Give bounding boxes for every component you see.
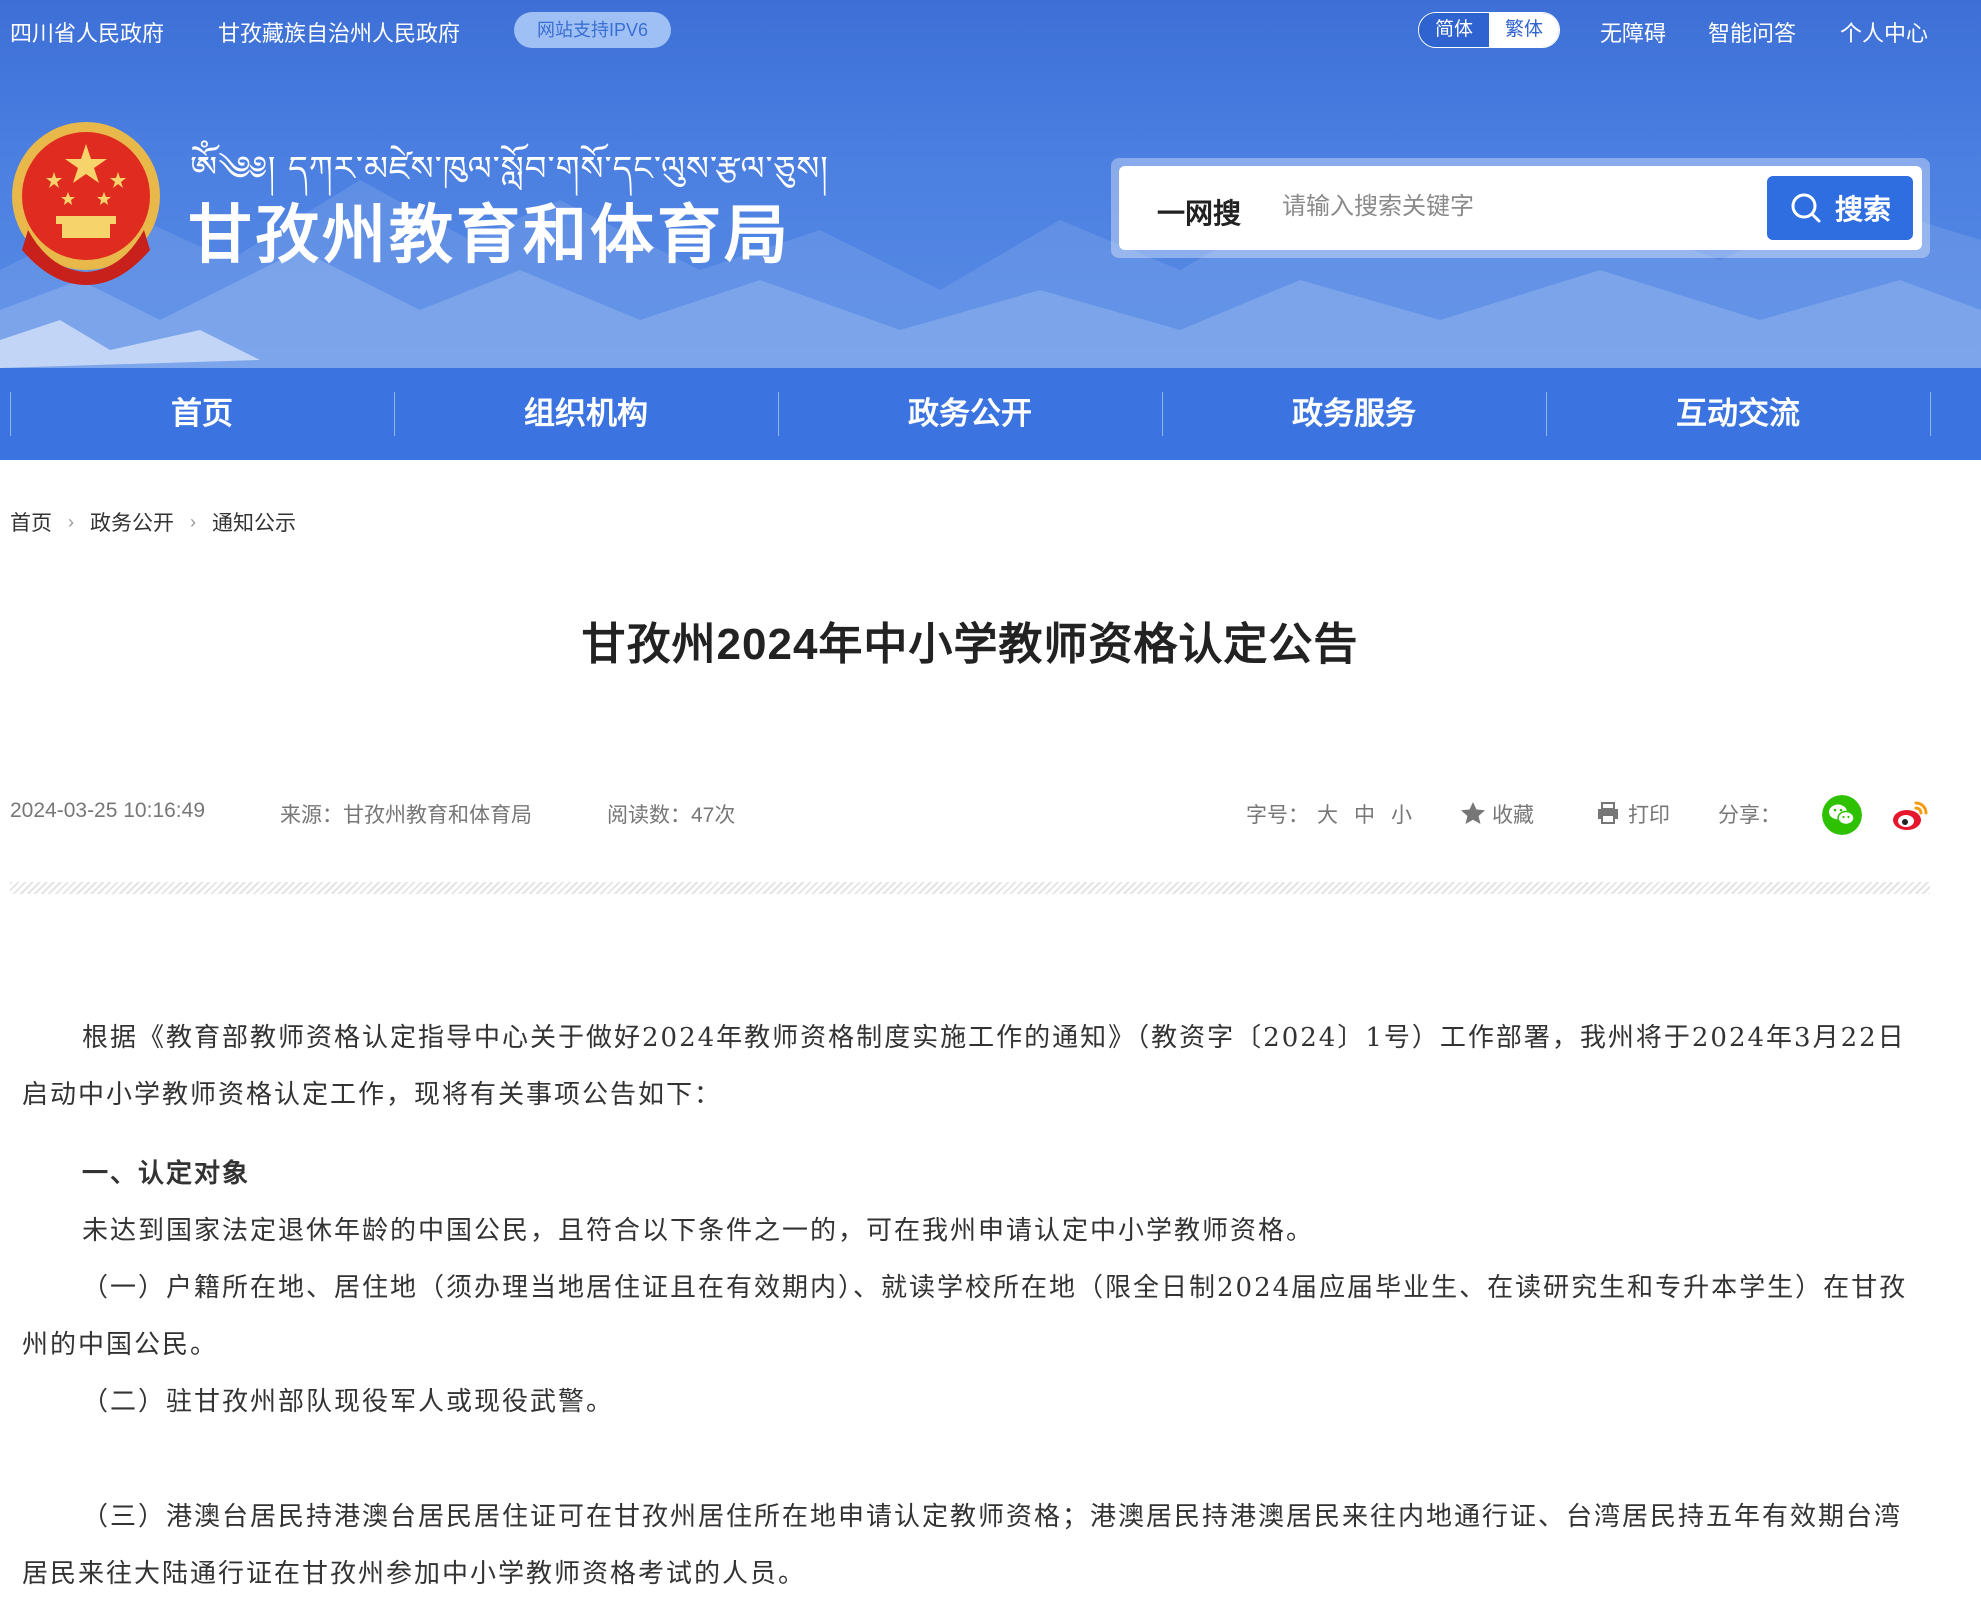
favorite-button[interactable]: 收藏 xyxy=(1460,799,1534,829)
lang-simplified-button[interactable]: 简体 xyxy=(1419,13,1489,47)
link-sichuan-gov[interactable]: 四川省人民政府 xyxy=(10,16,164,48)
breadcrumb-gov-affairs[interactable]: 政务公开 xyxy=(90,507,174,537)
publish-date: 2024-03-25 10:16:49 xyxy=(10,799,205,822)
printer-icon xyxy=(1598,802,1618,824)
share-label: 分享： xyxy=(1718,804,1781,827)
article-divider xyxy=(10,882,1930,894)
article-paragraph: 未达到国家法定退休年龄的中国公民，且符合以下条件之一的，可在我州申请认定中小学教… xyxy=(82,1216,1315,1246)
breadcrumb-home[interactable]: 首页 xyxy=(10,507,52,537)
wechat-icon[interactable] xyxy=(1822,795,1862,835)
article-meta: 2024-03-25 10:16:49 来源：甘孜州教育和体育局 阅读数：47次… xyxy=(10,795,1930,835)
main-nav: 首页 组织机构 政务公开 政务服务 互动交流 xyxy=(0,368,1981,460)
font-size-small[interactable]: 小 xyxy=(1391,804,1412,827)
font-size-medium[interactable]: 中 xyxy=(1354,804,1375,827)
lang-traditional-button[interactable]: 繁体 xyxy=(1489,13,1559,47)
article-paragraph: 根据《教育部教师资格认定指导中心关于做好2024年教师资格制度实施工作的通知》（… xyxy=(22,1023,1906,1110)
search-button[interactable]: 搜索 xyxy=(1767,176,1913,240)
chevron-right-icon: › xyxy=(68,511,74,532)
national-emblem-icon xyxy=(12,122,160,285)
site-header: 四川省人民政府 甘孜藏族自治州人民政府 网站支持IPV6 简体 繁体 无障碍 智… xyxy=(0,0,1981,368)
top-bar: 四川省人民政府 甘孜藏族自治州人民政府 网站支持IPV6 简体 繁体 无障碍 智… xyxy=(0,0,1981,58)
font-size-label: 字号： xyxy=(1246,804,1309,827)
chevron-right-icon: › xyxy=(190,511,196,532)
link-ganzi-gov[interactable]: 甘孜藏族自治州人民政府 xyxy=(218,16,460,48)
article-paragraph: （一）户籍所在地、居住地（须办理当地居住证且在有效期内）、就读学校所在地（限全日… xyxy=(22,1273,1908,1360)
article-source: 来源：甘孜州教育和体育局 xyxy=(280,804,532,827)
link-accessibility[interactable]: 无障碍 xyxy=(1600,16,1666,48)
nav-divider xyxy=(1930,392,1931,436)
link-smart-qa[interactable]: 智能问答 xyxy=(1708,16,1796,48)
search-button-label: 搜索 xyxy=(1834,194,1891,225)
article-paragraph: （三）港澳台居民持港澳台居民居住证可在甘孜州居住所在地申请认定教师资格；港澳居民… xyxy=(22,1502,1903,1589)
breadcrumb-notices[interactable]: 通知公示 xyxy=(212,507,296,537)
search-icon xyxy=(1791,193,1821,223)
nav-item-gov-services[interactable]: 政务服务 xyxy=(1162,368,1546,460)
search-box: 一网搜 搜索 xyxy=(1111,158,1930,258)
print-label: 打印 xyxy=(1628,804,1670,827)
nav-item-organization[interactable]: 组织机构 xyxy=(394,368,778,460)
search-scope-label: 一网搜 xyxy=(1157,198,1242,229)
site-title: 甘孜州教育和体育局 xyxy=(188,199,791,271)
print-button[interactable]: 打印 xyxy=(1596,799,1670,829)
nav-item-gov-affairs[interactable]: 政务公开 xyxy=(778,368,1162,460)
article-paragraph: （二）驻甘孜州部队现役军人或现役武警。 xyxy=(82,1387,615,1417)
search-input[interactable] xyxy=(1282,184,1732,230)
favorite-label: 收藏 xyxy=(1492,804,1534,827)
language-switch: 简体 繁体 xyxy=(1418,12,1560,48)
section-heading: 一、认定对象 xyxy=(82,1159,251,1189)
nav-item-interaction[interactable]: 互动交流 xyxy=(1546,368,1930,460)
font-size-control: 字号： 大中小 xyxy=(1246,799,1420,829)
star-icon xyxy=(1461,802,1485,824)
article-body: 根据《教育部教师资格认定指导中心关于做好2024年教师资格制度实施工作的通知》（… xyxy=(22,1010,1922,1603)
ipv6-badge: 网站支持IPV6 xyxy=(514,12,671,48)
font-size-large[interactable]: 大 xyxy=(1317,804,1338,827)
nav-item-home[interactable]: 首页 xyxy=(10,368,394,460)
article-title: 甘孜州2024年中小学教师资格认定公告 xyxy=(581,620,1359,669)
search-inner: 一网搜 搜索 xyxy=(1119,166,1922,250)
weibo-icon[interactable] xyxy=(1890,795,1930,835)
breadcrumb: 首页 › 政务公开 › 通知公示 xyxy=(10,507,296,537)
link-personal-center[interactable]: 个人中心 xyxy=(1840,16,1928,48)
read-count: 阅读数：47次 xyxy=(607,804,736,827)
